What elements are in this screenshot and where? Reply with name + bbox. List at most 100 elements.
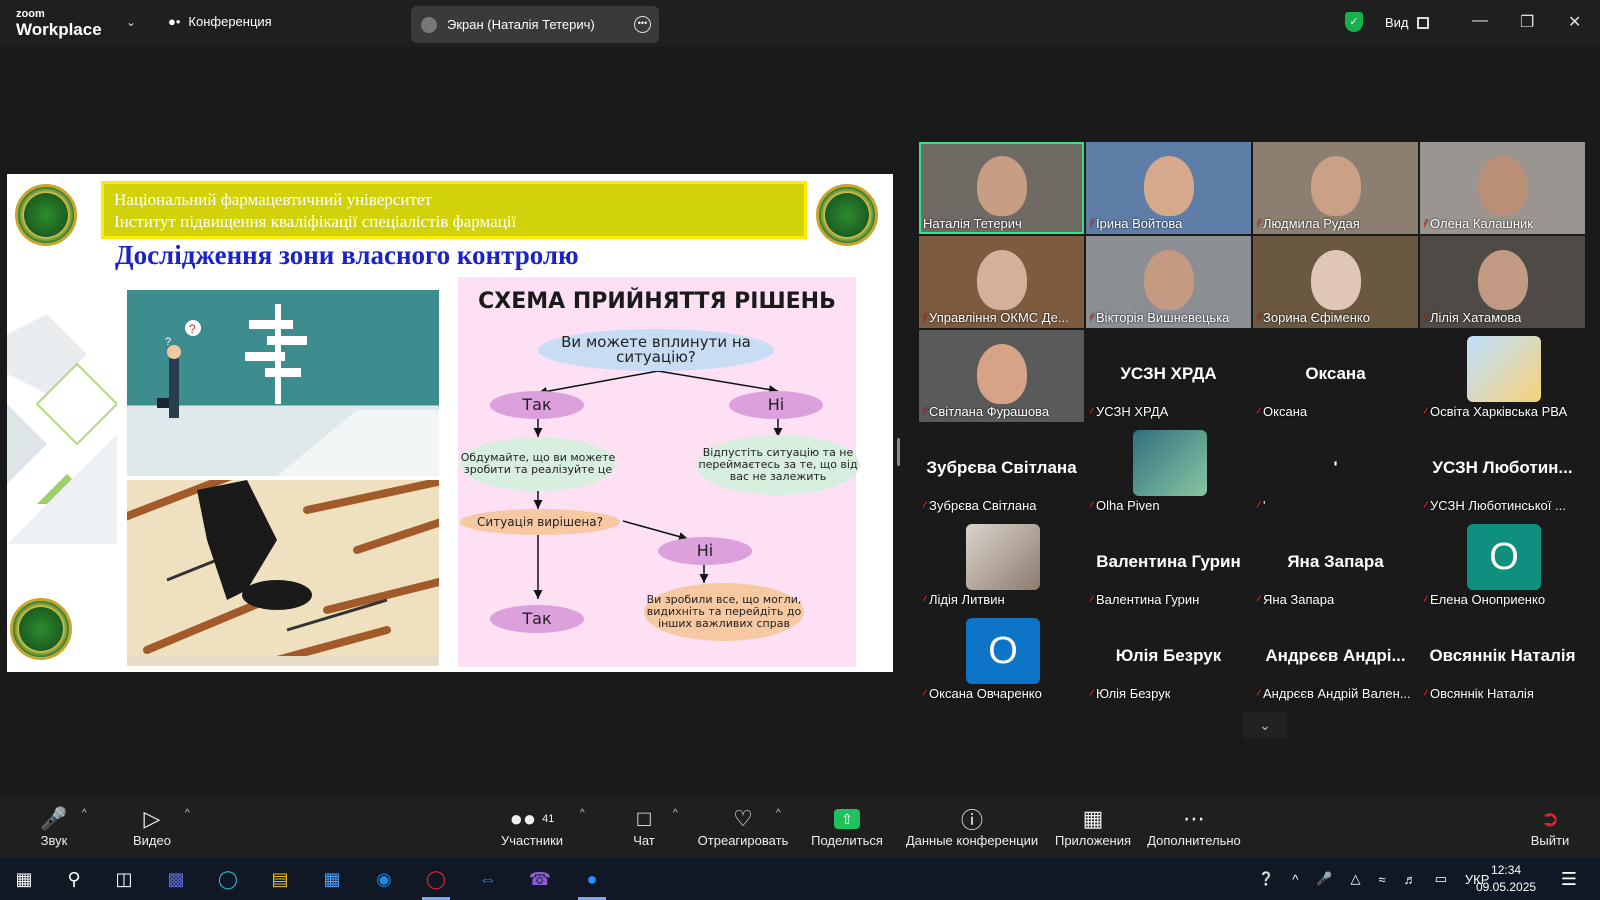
- search-icon[interactable]: ⚲: [60, 865, 88, 893]
- participant-video: [1144, 156, 1194, 216]
- chevron-down-icon[interactable]: ⌄: [1243, 712, 1287, 738]
- info-label: Данные конференции: [905, 833, 1039, 848]
- participant-name-label: ⁄ Управління ОКМС Де...: [923, 310, 1069, 325]
- node-done: Ви зробили все, що могли, видихніть та п…: [644, 583, 804, 641]
- edge-browser-icon[interactable]: ◯: [214, 865, 242, 893]
- video-caret-icon[interactable]: ^: [185, 808, 190, 819]
- security-shield-icon[interactable]: ✓: [1345, 12, 1363, 32]
- participant-tile[interactable]: Андрєєв Андрі... ⁄ Андрєєв Андрій Вален...: [1253, 612, 1418, 704]
- participant-tile[interactable]: Оксана ⁄ Оксана: [1253, 330, 1418, 422]
- meeting-toolbar: 🎤 Звук ^ ▷ Видео ^ ●● 41 Участники ^ □ Ча…: [0, 795, 1600, 858]
- participant-tile[interactable]: ⁄ Ірина Войтова: [1086, 142, 1251, 234]
- notifications-icon[interactable]: ☰: [1555, 865, 1583, 893]
- share-button[interactable]: ⇧ Поделиться: [810, 795, 884, 858]
- participant-name-label: ⁄ УСЗН ХРДА: [1090, 404, 1168, 419]
- participant-tile[interactable]: ' ⁄ ': [1253, 424, 1418, 516]
- node-yes-2: Так: [490, 605, 584, 633]
- chevron-up-icon[interactable]: ^: [1292, 872, 1298, 887]
- close-icon[interactable]: ✕: [1568, 12, 1581, 32]
- taskbar-clock[interactable]: 12:34 09.05.2025: [1476, 862, 1536, 896]
- mic-muted-icon: ⁄: [1424, 498, 1427, 513]
- opera-browser-icon[interactable]: ◯: [422, 865, 450, 893]
- task-view-icon[interactable]: ◫: [110, 865, 138, 893]
- screen-share-pill[interactable]: Экран (Наталія Тетерич) •••: [411, 6, 659, 43]
- participant-name-label: ⁄ Зорина Єфіменко: [1257, 310, 1370, 325]
- view-button[interactable]: Вид: [1385, 15, 1429, 30]
- participant-tile[interactable]: ⁄ Людмила Рудая: [1253, 142, 1418, 234]
- participant-tile[interactable]: Яна Запара ⁄ Яна Запара: [1253, 518, 1418, 610]
- react-button[interactable]: ♡ Отреагировать: [697, 795, 789, 858]
- leave-button[interactable]: ➲ Выйти: [1530, 795, 1570, 858]
- conference-menu[interactable]: ●• Конференция: [168, 14, 272, 29]
- participants-button[interactable]: ●● 41 Участники: [496, 795, 568, 858]
- participant-tile[interactable]: Зубрєва Світлана ⁄ Зубрєва Світлана: [919, 424, 1084, 516]
- participant-tile[interactable]: Валентина Гурин ⁄ Валентина Гурин: [1086, 518, 1251, 610]
- splitter-handle[interactable]: [897, 438, 900, 466]
- participant-avatar: [1133, 430, 1207, 496]
- mic-muted-icon: ⁄: [1424, 592, 1427, 607]
- participant-tile[interactable]: ⁄ Лідія Литвин: [919, 518, 1084, 610]
- zoom-app-icon[interactable]: ●: [578, 865, 606, 893]
- participant-video: [977, 344, 1027, 404]
- windows-start-icon[interactable]: ▦: [10, 865, 38, 893]
- microphone-icon[interactable]: 🎤: [1316, 871, 1332, 887]
- more-icon[interactable]: •••: [634, 16, 651, 33]
- participant-tile[interactable]: УСЗН ХРДА ⁄ УСЗН ХРДА: [1086, 330, 1251, 422]
- participant-tile[interactable]: ⁄ Olha Piven: [1086, 424, 1251, 516]
- more-button[interactable]: ⋯ Дополнительно: [1146, 795, 1242, 858]
- participant-tile[interactable]: УСЗН Любо­тин... ⁄ УСЗН Люботинської ...: [1420, 424, 1585, 516]
- battery-icon[interactable]: ▭: [1435, 871, 1447, 887]
- meeting-info-button[interactable]: ⓘ Данные конференции: [902, 795, 1042, 858]
- minimize-icon[interactable]: —: [1472, 12, 1488, 30]
- chevron-down-icon[interactable]: ⌄: [126, 15, 136, 29]
- video-button[interactable]: ▷ Видео: [128, 795, 176, 858]
- file-explorer-icon[interactable]: ▤: [266, 865, 294, 893]
- participant-name: Світлана Фурашова: [929, 404, 1050, 419]
- university-line-1: Національний фармацевтичний університет: [114, 190, 432, 209]
- react-caret-icon[interactable]: ^: [776, 808, 781, 819]
- chat-caret-icon[interactable]: ^: [673, 808, 678, 819]
- store-icon[interactable]: ▦: [318, 865, 346, 893]
- info-icon: ⓘ: [960, 808, 983, 833]
- participant-tile[interactable]: ⁄ Світлана Фурашова: [919, 330, 1084, 422]
- participant-tile[interactable]: ⁄ Освіта Харківська РВА: [1420, 330, 1585, 422]
- participant-tile[interactable]: ⁄ Лілія Хатамова: [1420, 236, 1585, 328]
- slide-title: Дослідження зони власного контролю: [115, 240, 579, 270]
- teamviewer-icon[interactable]: ⇔: [474, 865, 502, 893]
- participant-name: Управління ОКМС Де...: [929, 310, 1069, 325]
- participant-display-name: УСЗН Любо­тин...: [1432, 458, 1573, 477]
- participant-video: [1311, 156, 1361, 216]
- mic-muted-icon: ⁄: [923, 686, 926, 701]
- wifi-icon[interactable]: ≈: [1378, 872, 1385, 887]
- participant-tile[interactable]: ⁄ Зорина Єфіменко: [1253, 236, 1418, 328]
- participant-display-name: УСЗН ХРДА: [1120, 364, 1217, 383]
- participant-tile[interactable]: Овсяннік Наталія ⁄ Овсяннік Наталія: [1420, 612, 1585, 704]
- restore-icon[interactable]: ❐: [1520, 12, 1534, 32]
- participant-tile[interactable]: О ⁄ Елена Оноприенко: [1420, 518, 1585, 610]
- chat-button[interactable]: □ Чат: [626, 795, 662, 858]
- audio-caret-icon[interactable]: ^: [82, 808, 87, 819]
- participant-name-label: ⁄ Олена Калашник: [1424, 216, 1533, 231]
- defender-shield-icon[interactable]: △: [1350, 871, 1360, 887]
- mic-muted-icon: ⁄: [1090, 498, 1093, 513]
- save-app-icon[interactable]: ▩: [162, 865, 190, 893]
- participant-name-label: ⁄ Яна Запара: [1257, 592, 1334, 607]
- participants-caret-icon[interactable]: ^: [580, 808, 585, 819]
- participant-tile[interactable]: ⁄ Управління ОКМС Де...: [919, 236, 1084, 328]
- presenter-avatar: [421, 16, 437, 33]
- participant-display-name: ': [1333, 458, 1338, 477]
- participant-name-label: ⁄ Освіта Харківська РВА: [1424, 404, 1567, 419]
- slide-decoration: [7, 314, 117, 544]
- participant-tile[interactable]: Юлія Безрук ⁄ Юлія Безрук: [1086, 612, 1251, 704]
- participant-tile[interactable]: О ⁄ Оксана Овчаренко: [919, 612, 1084, 704]
- outlook-icon[interactable]: ◉: [370, 865, 398, 893]
- participant-tile[interactable]: ⁄ Олена Калашник: [1420, 142, 1585, 234]
- participant-tile[interactable]: Наталія Тетерич: [919, 142, 1084, 234]
- viber-icon[interactable]: ☎: [526, 865, 554, 893]
- audio-button[interactable]: 🎤 Звук: [36, 795, 72, 858]
- participant-tile[interactable]: ⁄ Вікторія Вишневецька: [1086, 236, 1251, 328]
- help-icon[interactable]: ❔: [1258, 871, 1274, 887]
- volume-icon[interactable]: ♬: [1404, 872, 1417, 887]
- participant-name-label: ⁄ Вікторія Вишневецька: [1090, 310, 1229, 325]
- apps-button[interactable]: ▦ Приложения: [1054, 795, 1132, 858]
